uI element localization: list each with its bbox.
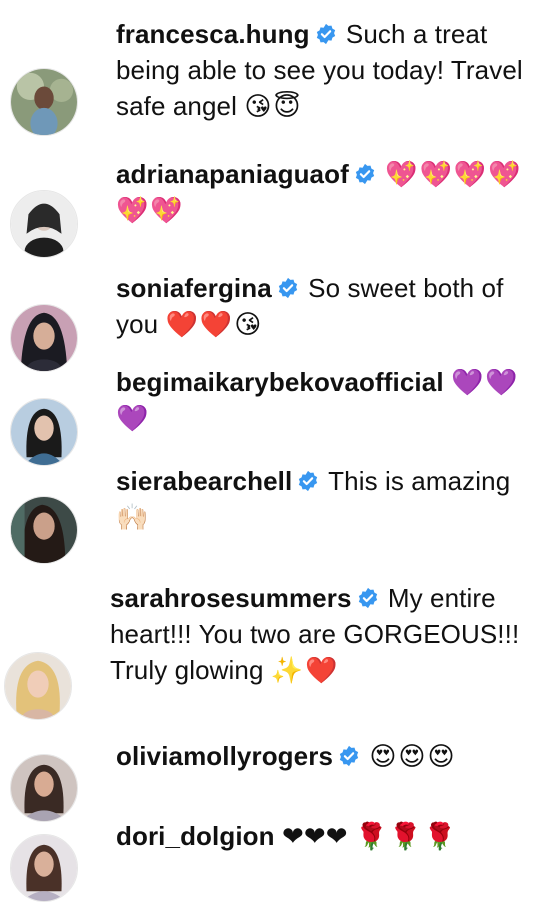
verified-badge-icon (315, 23, 337, 45)
avatar[interactable] (10, 190, 78, 258)
comment-text: begimaikarybekovaofficial 💜💜💜 (116, 364, 536, 436)
comment-body: ❤❤❤ (281, 821, 348, 851)
username[interactable]: dori_dolgion (116, 821, 275, 851)
comment-emojis: ✨❤️ (270, 655, 340, 685)
username[interactable]: francesca.hung (116, 19, 310, 49)
username[interactable]: begimaikarybekovaofficial (116, 367, 444, 397)
comment-text: adrianapaniaguaof 💖💖💖💖💖💖 (116, 156, 536, 228)
username[interactable]: sierabearchell (116, 466, 292, 496)
verified-badge-icon (277, 277, 299, 299)
username[interactable]: oliviamollyrogers (116, 741, 333, 771)
comment-emojis: 🌹🌹🌹 (354, 821, 459, 851)
avatar[interactable] (10, 496, 78, 564)
avatar[interactable] (10, 834, 78, 902)
verified-badge-icon (357, 587, 379, 609)
comment-text: francesca.hung Such a treat being able t… (116, 16, 536, 124)
username[interactable]: sarahrosesummers (110, 583, 352, 613)
comment-body: This is amazing (328, 466, 511, 496)
avatar[interactable] (10, 304, 78, 372)
username[interactable]: adrianapaniaguaof (116, 159, 349, 189)
avatar[interactable] (10, 754, 78, 822)
comment-emojis: 😘😇 (244, 91, 303, 121)
comment-text: sierabearchell This is amazing 🙌🏻 (116, 463, 536, 535)
comment-emojis: 😍😍😍 (369, 741, 457, 771)
username[interactable]: soniafergina (116, 273, 272, 303)
verified-badge-icon (297, 470, 319, 492)
comment-emojis: 🙌🏻 (116, 502, 151, 532)
verified-badge-icon (354, 163, 376, 185)
avatar[interactable] (10, 68, 78, 136)
comment-text: soniafergina So sweet both of you ❤️❤️😘 (116, 270, 536, 342)
comment-emojis: ❤️❤️😘 (165, 309, 264, 339)
verified-badge-icon (338, 745, 360, 767)
avatar[interactable] (4, 652, 72, 720)
comment-text: sarahrosesummers My entire heart!!! You … (110, 580, 540, 688)
avatar[interactable] (10, 398, 78, 466)
comment-text: dori_dolgion ❤❤❤ 🌹🌹🌹 (116, 818, 536, 854)
comment-text: oliviamollyrogers 😍😍😍 (116, 738, 536, 774)
